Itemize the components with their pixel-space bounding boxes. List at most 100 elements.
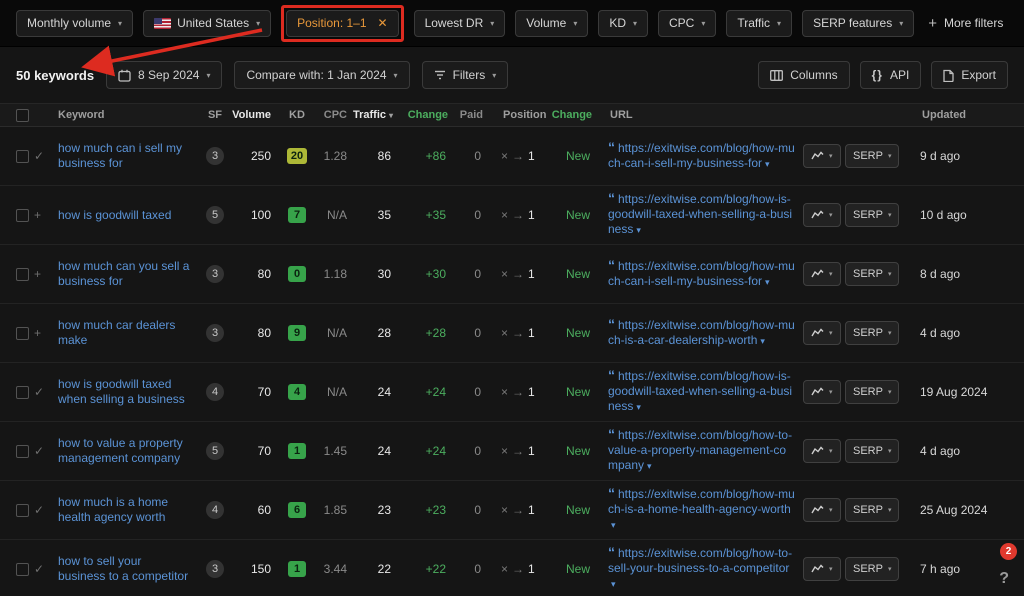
position-history-chart-button[interactable]: ▾ (803, 144, 841, 168)
url-link[interactable]: https://exitwise.com/blog/how-much-is-a-… (608, 487, 795, 516)
url-link[interactable]: https://exitwise.com/blog/how-to-value-a… (608, 428, 792, 472)
filter-chip[interactable]: Traffic ▾ (726, 10, 792, 37)
header-cpc[interactable]: CPC (317, 109, 353, 121)
serp-features-badge[interactable]: 5 (206, 206, 224, 224)
serp-button[interactable]: SERP ▾ (845, 498, 899, 522)
url-dropdown-icon[interactable]: ▾ (765, 277, 770, 287)
header-traffic-change[interactable]: Change (399, 109, 454, 121)
compare-with-button[interactable]: Compare with: 1 Jan 2024 ▾ (234, 61, 409, 89)
position-history-chart-button[interactable]: ▾ (803, 203, 841, 227)
filter-chip[interactable]: United States ▾ (143, 10, 271, 37)
row-marker-icon[interactable]: + (34, 267, 41, 281)
header-paid[interactable]: Paid (454, 109, 489, 121)
url-dropdown-icon[interactable]: ▾ (611, 579, 616, 589)
row-checkbox[interactable] (16, 563, 29, 576)
serp-features-badge[interactable]: 4 (206, 501, 224, 519)
filters-button[interactable]: Filters ▾ (422, 61, 509, 89)
serp-features-badge[interactable]: 3 (206, 265, 224, 283)
keyword-link[interactable]: how much can i sell my business for (58, 141, 192, 171)
serp-button[interactable]: SERP ▾ (845, 380, 899, 404)
serp-button[interactable]: SERP ▾ (845, 144, 899, 168)
url-dropdown-icon[interactable]: ▾ (647, 461, 652, 471)
header-cpc-label: CPC (324, 109, 347, 121)
header-traffic[interactable]: Traffic▾ (353, 109, 399, 121)
header-kd[interactable]: KD (277, 109, 317, 121)
position-history-chart-button[interactable]: ▾ (803, 439, 841, 463)
url-dropdown-icon[interactable]: ▾ (760, 336, 765, 346)
serp-features-badge[interactable]: 5 (206, 442, 224, 460)
position-history-chart-button[interactable]: ▾ (803, 321, 841, 345)
serp-features-badge[interactable]: 3 (206, 560, 224, 578)
keyword-link[interactable]: how much is a home health agency worth (58, 495, 192, 525)
row-marker-icon[interactable]: ✓ (34, 503, 44, 517)
export-button[interactable]: Export (931, 61, 1008, 89)
serp-button[interactable]: SERP ▾ (845, 203, 899, 227)
header-keyword[interactable]: Keyword (58, 109, 200, 121)
serp-features-badge[interactable]: 4 (206, 383, 224, 401)
row-checkbox[interactable] (16, 504, 29, 517)
date-picker-button[interactable]: 8 Sep 2024 ▾ (106, 61, 222, 89)
position-history-chart-button[interactable]: ▾ (803, 498, 841, 522)
row-marker-icon[interactable]: ✓ (34, 149, 44, 163)
filter-chip[interactable]: CPC ▾ (658, 10, 716, 37)
row-checkbox[interactable] (16, 445, 29, 458)
chevron-down-icon: ▾ (829, 506, 833, 514)
header-position-change[interactable]: Change (550, 109, 598, 121)
filter-chip[interactable]: Lowest DR ▾ (414, 10, 506, 37)
keyword-link[interactable]: how much can you sell a business for (58, 259, 192, 289)
url-dropdown-icon[interactable]: ▾ (765, 159, 770, 169)
filter-chip[interactable]: KD ▾ (598, 10, 648, 37)
serp-features-badge[interactable]: 3 (206, 324, 224, 342)
sf-cell: 3 (200, 147, 230, 165)
columns-button[interactable]: Columns (758, 61, 849, 89)
position-from: × (501, 208, 508, 222)
filter-chip[interactable]: Position: 1–1 ✕ (286, 10, 398, 37)
row-marker-icon[interactable]: + (34, 326, 41, 340)
serp-features-badge[interactable]: 3 (206, 147, 224, 165)
header-sf[interactable]: SF (200, 109, 230, 121)
position-to: 1 (528, 444, 535, 458)
url-dropdown-icon[interactable]: ▾ (611, 520, 616, 530)
url-link[interactable]: https://exitwise.com/blog/how-much-is-a-… (608, 318, 795, 347)
row-marker-icon[interactable]: ✓ (34, 562, 44, 576)
cpc-cell: N/A (317, 385, 353, 399)
url-dropdown-icon[interactable]: ▾ (636, 225, 641, 235)
row-checkbox[interactable] (16, 209, 29, 222)
row-checkbox[interactable] (16, 386, 29, 399)
more-filters-button[interactable]: + More filters (928, 16, 1003, 31)
keyword-link[interactable]: how much car dealers make (58, 318, 192, 348)
url-dropdown-icon[interactable]: ▾ (636, 402, 641, 412)
help-icon[interactable]: ? (999, 570, 1009, 588)
keyword-link[interactable]: how is goodwill taxed when selling a bus… (58, 377, 192, 407)
close-icon[interactable]: ✕ (378, 16, 388, 30)
serp-button[interactable]: SERP ▾ (845, 439, 899, 463)
header-updated[interactable]: Updated (910, 109, 1024, 121)
api-button[interactable]: {} API (860, 61, 922, 89)
row-checkbox[interactable] (16, 327, 29, 340)
header-volume[interactable]: Volume (230, 109, 277, 121)
row-marker-icon[interactable]: ✓ (34, 444, 44, 458)
header-position[interactable]: Position (489, 109, 550, 121)
row-marker-icon[interactable]: ✓ (34, 385, 44, 399)
keyword-link[interactable]: how to sell your business to a competito… (58, 554, 192, 584)
serp-button[interactable]: SERP ▾ (845, 262, 899, 286)
row-checkbox[interactable] (16, 150, 29, 163)
keyword-cell: how to value a property management compa… (58, 436, 200, 466)
position-history-chart-button[interactable]: ▾ (803, 380, 841, 404)
filter-chip[interactable]: Monthly volume ▾ (16, 10, 133, 37)
row-marker-icon[interactable]: + (34, 208, 41, 222)
keyword-link[interactable]: how to value a property management compa… (58, 436, 192, 466)
serp-button[interactable]: SERP ▾ (845, 557, 899, 581)
row-checkbox[interactable] (16, 268, 29, 281)
filter-chip[interactable]: Volume ▾ (515, 10, 588, 37)
keyword-link[interactable]: how is goodwill taxed (58, 208, 171, 223)
notification-badge[interactable]: 2 (1000, 543, 1017, 560)
filter-chip[interactable]: SERP features ▾ (802, 10, 914, 37)
position-cell: × → 1 (487, 562, 548, 576)
position-history-chart-button[interactable]: ▾ (803, 262, 841, 286)
header-url[interactable]: URL (598, 109, 805, 121)
url-link[interactable]: https://exitwise.com/blog/how-to-sell-yo… (608, 546, 792, 575)
select-all-checkbox[interactable] (16, 109, 29, 122)
position-history-chart-button[interactable]: ▾ (803, 557, 841, 581)
serp-button[interactable]: SERP ▾ (845, 321, 899, 345)
